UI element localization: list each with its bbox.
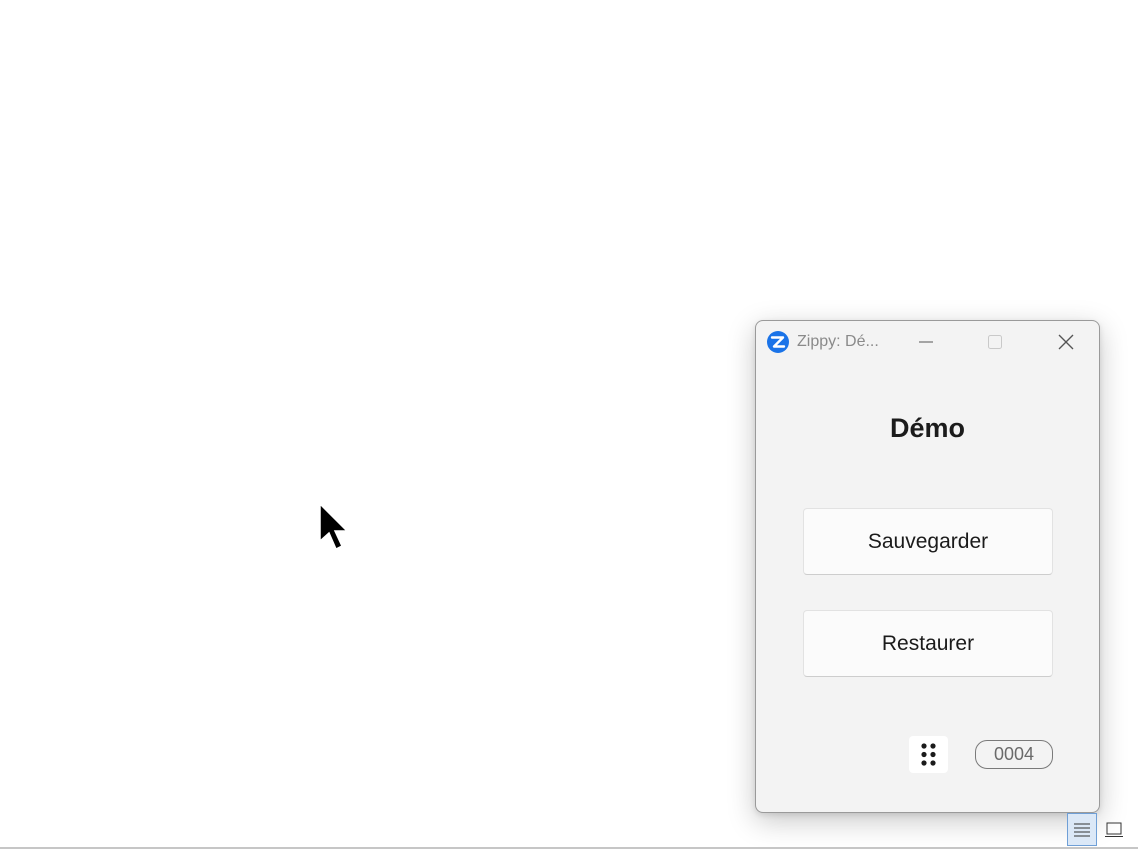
window-title: Zippy: Dé... bbox=[797, 333, 879, 350]
layout-view-icon bbox=[1105, 822, 1123, 837]
save-button[interactable]: Sauvegarder bbox=[803, 508, 1053, 575]
mouse-cursor-icon bbox=[319, 503, 349, 551]
close-icon bbox=[1058, 334, 1074, 350]
restore-button[interactable]: Restaurer bbox=[803, 610, 1053, 677]
maximize-button[interactable] bbox=[972, 321, 1018, 363]
normal-view-icon bbox=[1074, 823, 1090, 836]
drag-handle-button[interactable] bbox=[909, 736, 948, 773]
close-button[interactable] bbox=[1043, 321, 1089, 363]
layout-view-button[interactable] bbox=[1099, 813, 1129, 846]
title-bar[interactable]: Zippy: Dé... bbox=[756, 321, 1099, 363]
desktop: Zippy: Dé... Démo Sauvegarder Restaurer bbox=[0, 0, 1138, 849]
maximize-icon bbox=[988, 335, 1002, 349]
drag-handle-icon bbox=[921, 743, 936, 766]
minimize-button[interactable] bbox=[903, 321, 949, 363]
zippy-app-icon bbox=[767, 331, 789, 353]
counter-badge: 0004 bbox=[975, 740, 1053, 769]
app-window: Zippy: Dé... Démo Sauvegarder Restaurer bbox=[755, 320, 1100, 813]
minimize-icon bbox=[919, 341, 933, 343]
page-title: Démo bbox=[889, 413, 965, 443]
normal-view-button[interactable] bbox=[1067, 813, 1097, 846]
